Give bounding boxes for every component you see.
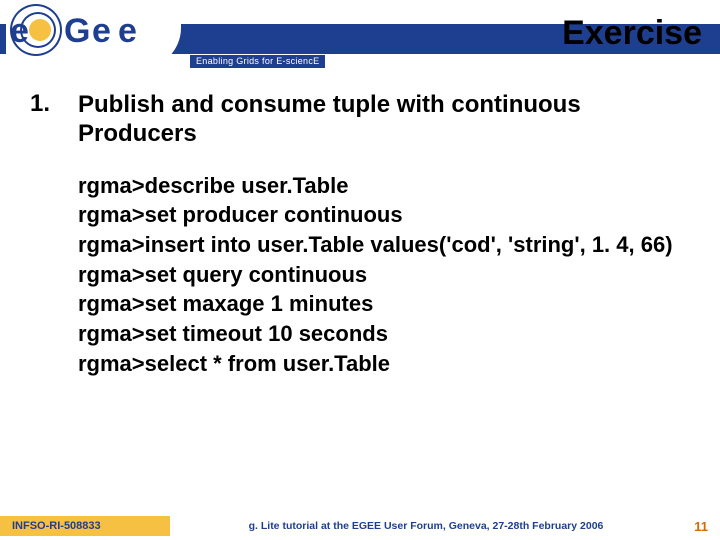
- svg-text:e: e: [10, 12, 29, 50]
- command-line: rgma>select * from user.Table: [78, 349, 700, 379]
- bullet: 1. Publish and consume tuple with contin…: [30, 90, 700, 149]
- slide-title: Exercise: [562, 14, 702, 53]
- svg-text:G: G: [64, 12, 90, 50]
- footer-left: INFSO-RI-508833: [0, 516, 170, 536]
- page-number: 11: [682, 519, 720, 534]
- command-line: rgma>set maxage 1 minutes: [78, 289, 700, 319]
- tagline: Enabling Grids for E-sciencE: [190, 55, 325, 68]
- bullet-heading: Publish and consume tuple with continuou…: [78, 90, 700, 149]
- command-list: rgma>describe user.Table rgma>set produc…: [78, 171, 700, 379]
- command-line: rgma>set query continuous: [78, 260, 700, 290]
- content: 1. Publish and consume tuple with contin…: [30, 90, 700, 378]
- command-line: rgma>set timeout 10 seconds: [78, 319, 700, 349]
- svg-text:e: e: [92, 12, 111, 50]
- footer-mid: g. Lite tutorial at the EGEE User Forum,…: [170, 520, 682, 532]
- header: Exercise Enabling Grids for E-sciencE G …: [0, 0, 720, 70]
- egee-logo-icon: G e e e: [6, 0, 181, 62]
- command-line: rgma>set producer continuous: [78, 200, 700, 230]
- egee-logo: G e e e: [6, 0, 181, 68]
- command-line: rgma>describe user.Table: [78, 171, 700, 201]
- bullet-number: 1.: [30, 90, 78, 118]
- footer: INFSO-RI-508833 g. Lite tutorial at the …: [0, 512, 720, 540]
- slide: Exercise Enabling Grids for E-sciencE G …: [0, 0, 720, 540]
- command-line: rgma>insert into user.Table values('cod'…: [78, 230, 700, 260]
- svg-text:e: e: [118, 12, 137, 50]
